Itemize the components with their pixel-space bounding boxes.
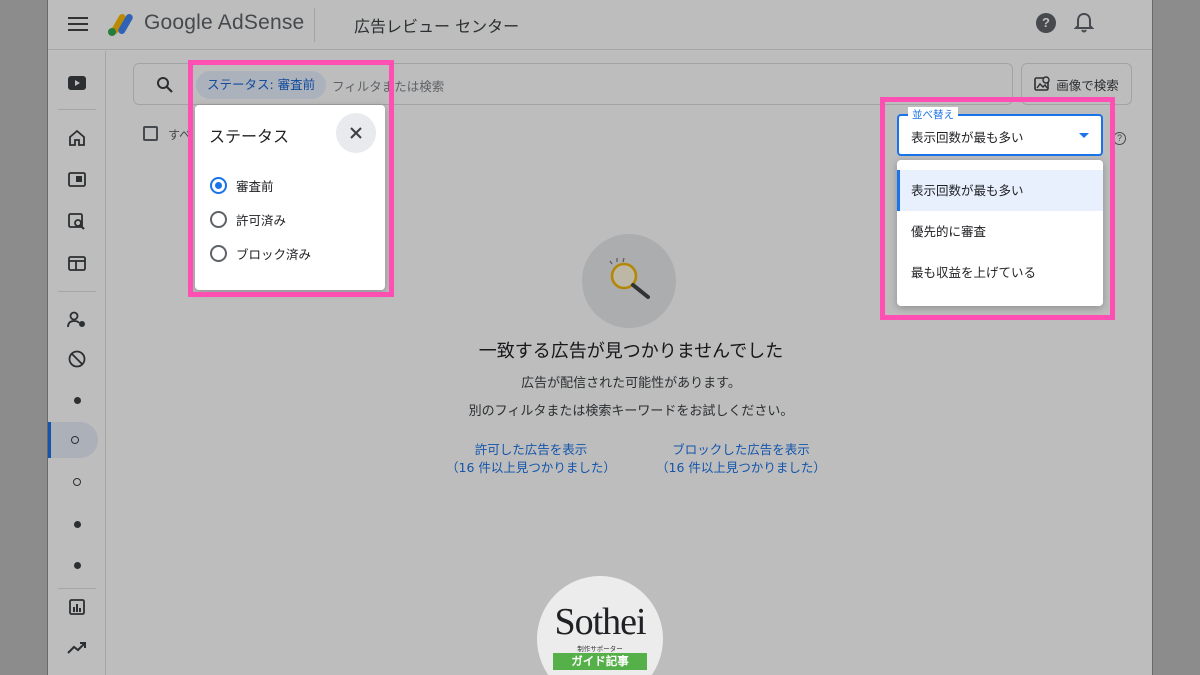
- sidebar-item-reports[interactable]: [48, 589, 106, 625]
- blocked-ads-link[interactable]: ブロックした広告を表示 （16 件以上見つかりました）: [641, 441, 841, 477]
- rail-divider: [58, 291, 96, 292]
- ring-icon: [73, 478, 81, 486]
- allowed-ads-link[interactable]: 許可した広告を表示 （16 件以上見つかりました）: [431, 441, 631, 477]
- highlight-box-status: [188, 60, 394, 297]
- sidebar-item-ring-2[interactable]: [48, 464, 106, 500]
- panel-icon: [68, 171, 86, 187]
- sidebar-item-dot-1[interactable]: [48, 382, 106, 418]
- help-icon[interactable]: ?: [1036, 13, 1056, 33]
- sidebar-item-search-page[interactable]: [48, 203, 106, 239]
- home-icon: [69, 129, 85, 146]
- trending-up-icon: [67, 642, 86, 654]
- dot-icon: [73, 561, 81, 569]
- bell-icon[interactable]: [1074, 12, 1094, 34]
- empty-state-line-1: 広告が配信された可能性があります。: [521, 376, 741, 391]
- select-all-checkbox[interactable]: [143, 126, 158, 141]
- sidebar-item-block[interactable]: [48, 341, 106, 377]
- dot-icon: [73, 520, 81, 528]
- image-search-label: 画像で検索: [1056, 77, 1119, 93]
- layout-icon: [68, 255, 86, 271]
- empty-state-title: 一致する広告が見つかりませんでした: [478, 341, 784, 362]
- page-title: 広告レビュー センター: [354, 17, 520, 36]
- rail-divider: [58, 109, 96, 110]
- empty-state-line-2: 別のフィルタまたは検索キーワードをお試しください。: [468, 404, 794, 419]
- sidebar-item-layout[interactable]: [48, 245, 106, 281]
- highlight-box-sort: [880, 97, 1115, 320]
- sidebar-item-youtube[interactable]: [48, 65, 106, 101]
- bar-chart-icon: [69, 599, 85, 615]
- sidebar-item-dot-3[interactable]: [48, 547, 106, 583]
- sidebar-item-panel[interactable]: [48, 161, 106, 197]
- watermark-logo-text: Sothei: [554, 601, 646, 643]
- sidebar-item-active[interactable]: [48, 422, 98, 458]
- sidebar-item-trends[interactable]: [48, 630, 106, 666]
- side-rail: [48, 51, 106, 675]
- menu-icon[interactable]: [68, 15, 88, 33]
- block-icon: [68, 350, 86, 368]
- search-icon: [157, 77, 173, 93]
- sidebar-item-dot-2[interactable]: [48, 506, 106, 542]
- header-divider: [314, 8, 315, 42]
- user-settings-icon: [67, 311, 85, 327]
- search-page-icon: [68, 212, 85, 230]
- blocked-ads-link-label: ブロックした広告を表示: [672, 442, 810, 457]
- sidebar-item-user-settings[interactable]: [48, 301, 106, 337]
- top-bar: Google AdSense 広告レビュー センター ?: [48, 0, 1152, 50]
- blocked-ads-link-count: （16 件以上見つかりました）: [656, 460, 826, 475]
- allowed-ads-link-label: 許可した広告を表示: [474, 442, 588, 457]
- adsense-logo-icon: [108, 14, 133, 36]
- empty-state-illustration: [582, 234, 676, 328]
- watermark-badge: ガイド記事: [553, 653, 647, 670]
- allowed-ads-link-count: （16 件以上見つかりました）: [446, 460, 616, 475]
- dot-icon: [73, 396, 81, 404]
- ring-icon: [70, 436, 79, 444]
- brand-name: Google AdSense: [144, 11, 305, 34]
- youtube-icon: [68, 76, 86, 90]
- image-search-icon: [1034, 75, 1050, 91]
- sidebar-item-home[interactable]: [48, 119, 106, 155]
- magnifier-icon: [609, 257, 650, 299]
- watermark-subtitle: 制作サポーター: [577, 645, 623, 653]
